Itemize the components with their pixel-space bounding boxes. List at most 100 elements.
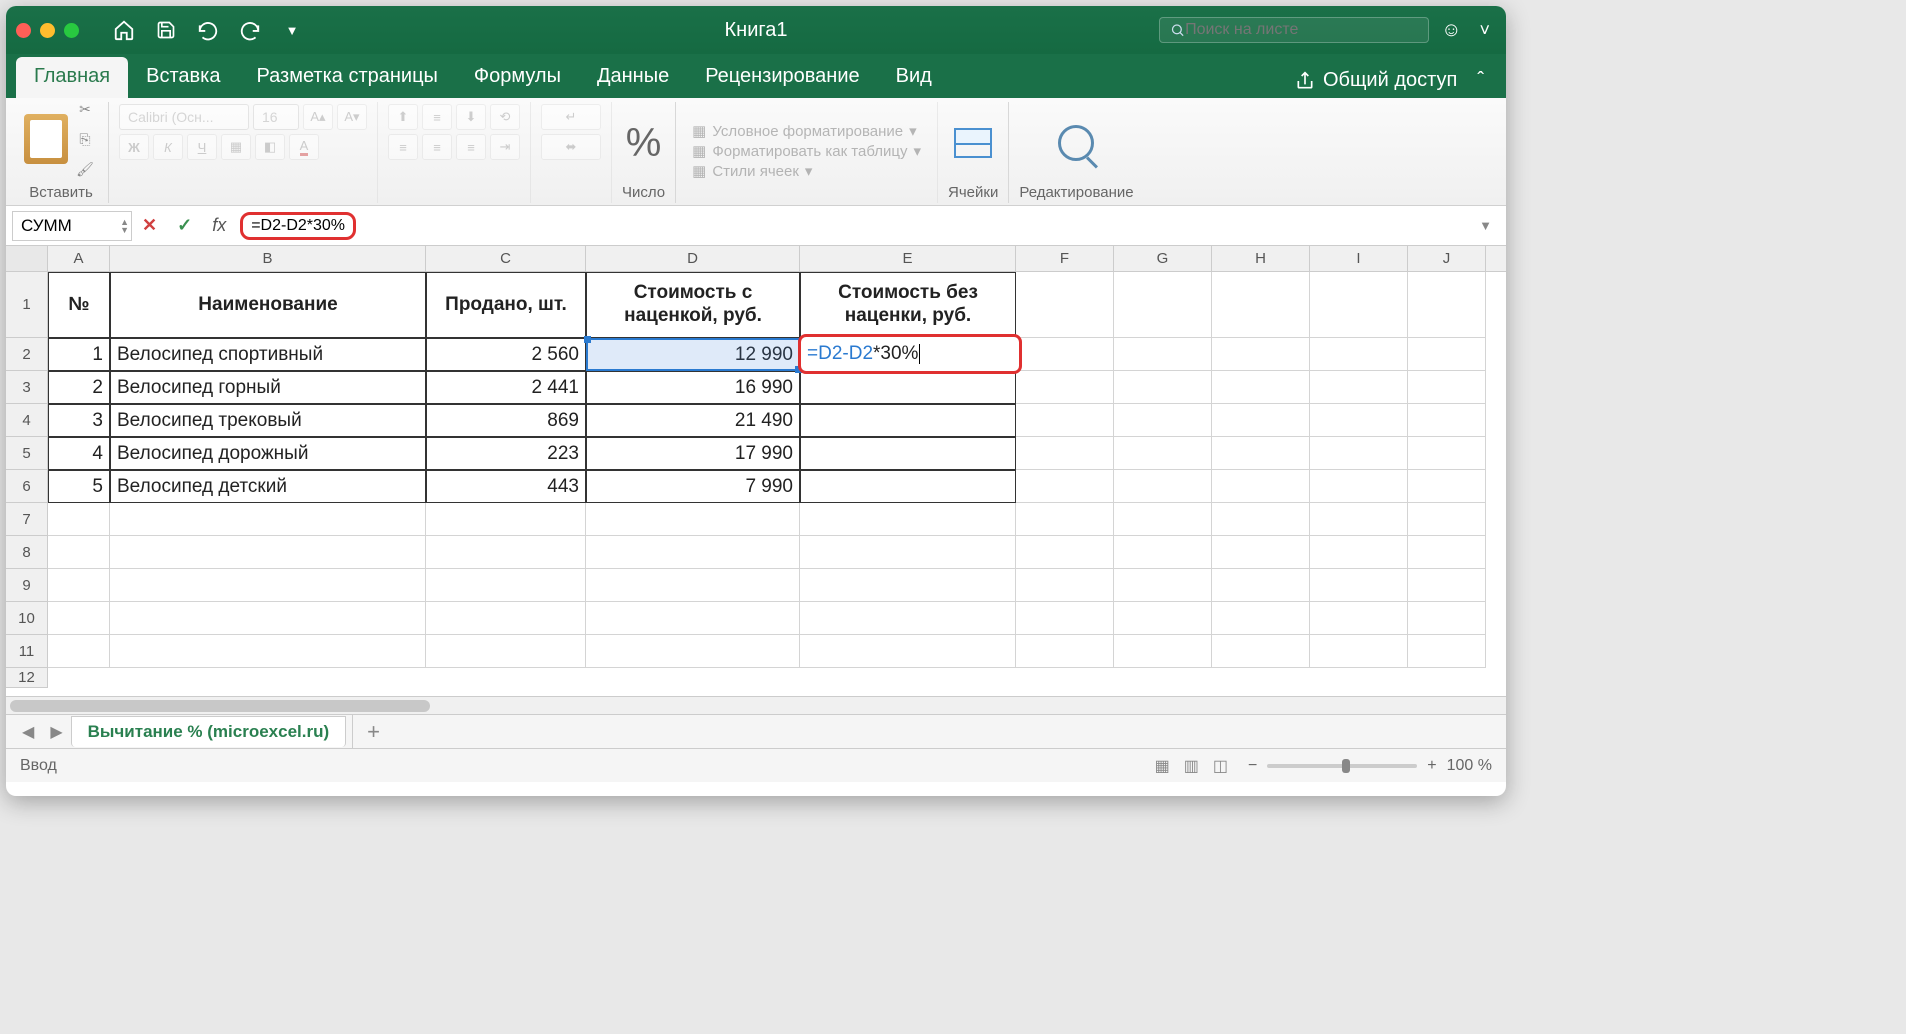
cell-j5[interactable] [1408, 437, 1486, 470]
row-header-12[interactable]: 12 [6, 668, 48, 688]
sheet-nav-prev-icon[interactable]: ◀ [14, 722, 42, 742]
cell-h6[interactable] [1212, 470, 1310, 503]
cell-e10[interactable] [800, 602, 1016, 635]
name-box[interactable]: СУММ ▲▼ [12, 211, 132, 241]
cell-i10[interactable] [1310, 602, 1408, 635]
find-icon[interactable] [1058, 125, 1094, 161]
col-header-d[interactable]: D [586, 246, 800, 271]
col-header-b[interactable]: B [110, 246, 426, 271]
cell-j11[interactable] [1408, 635, 1486, 668]
cell-g2[interactable] [1114, 338, 1212, 371]
tab-view[interactable]: Вид [878, 57, 950, 98]
cell-d2[interactable]: 12 990 [586, 338, 800, 371]
cell-c9[interactable] [426, 569, 586, 602]
cell-f7[interactable] [1016, 503, 1114, 536]
view-page-break-icon[interactable]: ◫ [1213, 756, 1228, 776]
cell-a11[interactable] [48, 635, 110, 668]
select-all-corner[interactable] [6, 246, 48, 271]
cell-i3[interactable] [1310, 371, 1408, 404]
align-right-icon[interactable]: ≡ [456, 134, 486, 160]
borders-button[interactable]: ▦ [221, 134, 251, 160]
cell-g11[interactable] [1114, 635, 1212, 668]
row-header-7[interactable]: 7 [6, 503, 48, 536]
view-normal-icon[interactable]: ▦ [1155, 756, 1170, 776]
bold-button[interactable]: Ж [119, 134, 149, 160]
cell-h2[interactable] [1212, 338, 1310, 371]
cell-b4[interactable]: Велосипед трековый [110, 404, 426, 437]
cell-c2[interactable]: 2 560 [426, 338, 586, 371]
paste-icon[interactable] [24, 114, 68, 164]
cell-j9[interactable] [1408, 569, 1486, 602]
zoom-out-button[interactable]: − [1248, 757, 1257, 775]
fx-icon[interactable]: fx [212, 215, 226, 236]
cancel-formula-button[interactable]: ✕ [142, 215, 157, 236]
cell-i1[interactable] [1310, 272, 1408, 338]
cell-i7[interactable] [1310, 503, 1408, 536]
cell-d9[interactable] [586, 569, 800, 602]
cell-a2[interactable]: 1 [48, 338, 110, 371]
cut-icon[interactable]: ✂ [72, 96, 98, 122]
row-header-2[interactable]: 2 [6, 338, 48, 371]
cell-d5[interactable]: 17 990 [586, 437, 800, 470]
font-color-button[interactable]: A [289, 134, 319, 160]
cell-b2[interactable]: Велосипед спортивный [110, 338, 426, 371]
cell-d10[interactable] [586, 602, 800, 635]
tab-review[interactable]: Рецензирование [687, 57, 877, 98]
row-header-4[interactable]: 4 [6, 404, 48, 437]
cell-j2[interactable] [1408, 338, 1486, 371]
cell-f3[interactable] [1016, 371, 1114, 404]
search-box[interactable] [1159, 17, 1429, 43]
confirm-formula-button[interactable]: ✓ [177, 215, 192, 236]
row-header-3[interactable]: 3 [6, 371, 48, 404]
cell-e3[interactable] [800, 371, 1016, 404]
cell-styles-button[interactable]: ▦ Стили ячеек ▾ [692, 162, 921, 180]
cell-b3[interactable]: Велосипед горный [110, 371, 426, 404]
align-middle-icon[interactable]: ≡ [422, 104, 452, 130]
cell-i6[interactable] [1310, 470, 1408, 503]
cell-h8[interactable] [1212, 536, 1310, 569]
cell-h5[interactable] [1212, 437, 1310, 470]
cell-d4[interactable]: 21 490 [586, 404, 800, 437]
col-header-a[interactable]: A [48, 246, 110, 271]
cell-f8[interactable] [1016, 536, 1114, 569]
cell-e6[interactable] [800, 470, 1016, 503]
home-icon[interactable] [109, 15, 139, 45]
qat-dropdown-icon[interactable]: ▼ [277, 15, 307, 45]
cell-b9[interactable] [110, 569, 426, 602]
align-bottom-icon[interactable]: ⬇ [456, 104, 486, 130]
ribbon-collapse-icon[interactable]: ˅ [1479, 20, 1490, 41]
formula-input[interactable]: =D2-D2*30% [240, 212, 356, 240]
cell-a3[interactable]: 2 [48, 371, 110, 404]
cell-j4[interactable] [1408, 404, 1486, 437]
cell-e5[interactable] [800, 437, 1016, 470]
cell-a10[interactable] [48, 602, 110, 635]
col-header-c[interactable]: C [426, 246, 586, 271]
cell-g1[interactable] [1114, 272, 1212, 338]
underline-button[interactable]: Ч [187, 134, 217, 160]
cell-c11[interactable] [426, 635, 586, 668]
cell-j10[interactable] [1408, 602, 1486, 635]
cell-i4[interactable] [1310, 404, 1408, 437]
namebox-spinner-icon[interactable]: ▲▼ [120, 218, 129, 234]
cell-c4[interactable]: 869 [426, 404, 586, 437]
cell-b5[interactable]: Велосипед дорожный [110, 437, 426, 470]
cell-d1[interactable]: Стоимость с наценкой, руб. [586, 272, 800, 338]
zoom-level[interactable]: 100 % [1447, 757, 1492, 775]
conditional-formatting-button[interactable]: ▦ Условное форматирование ▾ [692, 122, 921, 140]
cell-h7[interactable] [1212, 503, 1310, 536]
scrollbar-thumb[interactable] [10, 700, 430, 712]
cell-c6[interactable]: 443 [426, 470, 586, 503]
col-header-f[interactable]: F [1016, 246, 1114, 271]
cell-c8[interactable] [426, 536, 586, 569]
cell-b6[interactable]: Велосипед детский [110, 470, 426, 503]
tab-insert[interactable]: Вставка [128, 57, 238, 98]
spreadsheet-grid[interactable]: A B C D E F G H I J 1 2 3 4 5 6 7 8 9 10… [6, 246, 1506, 696]
cell-b10[interactable] [110, 602, 426, 635]
cell-a6[interactable]: 5 [48, 470, 110, 503]
cell-d6[interactable]: 7 990 [586, 470, 800, 503]
cell-j1[interactable] [1408, 272, 1486, 338]
cell-b8[interactable] [110, 536, 426, 569]
cell-h9[interactable] [1212, 569, 1310, 602]
cell-a4[interactable]: 3 [48, 404, 110, 437]
zoom-in-button[interactable]: + [1427, 757, 1436, 775]
